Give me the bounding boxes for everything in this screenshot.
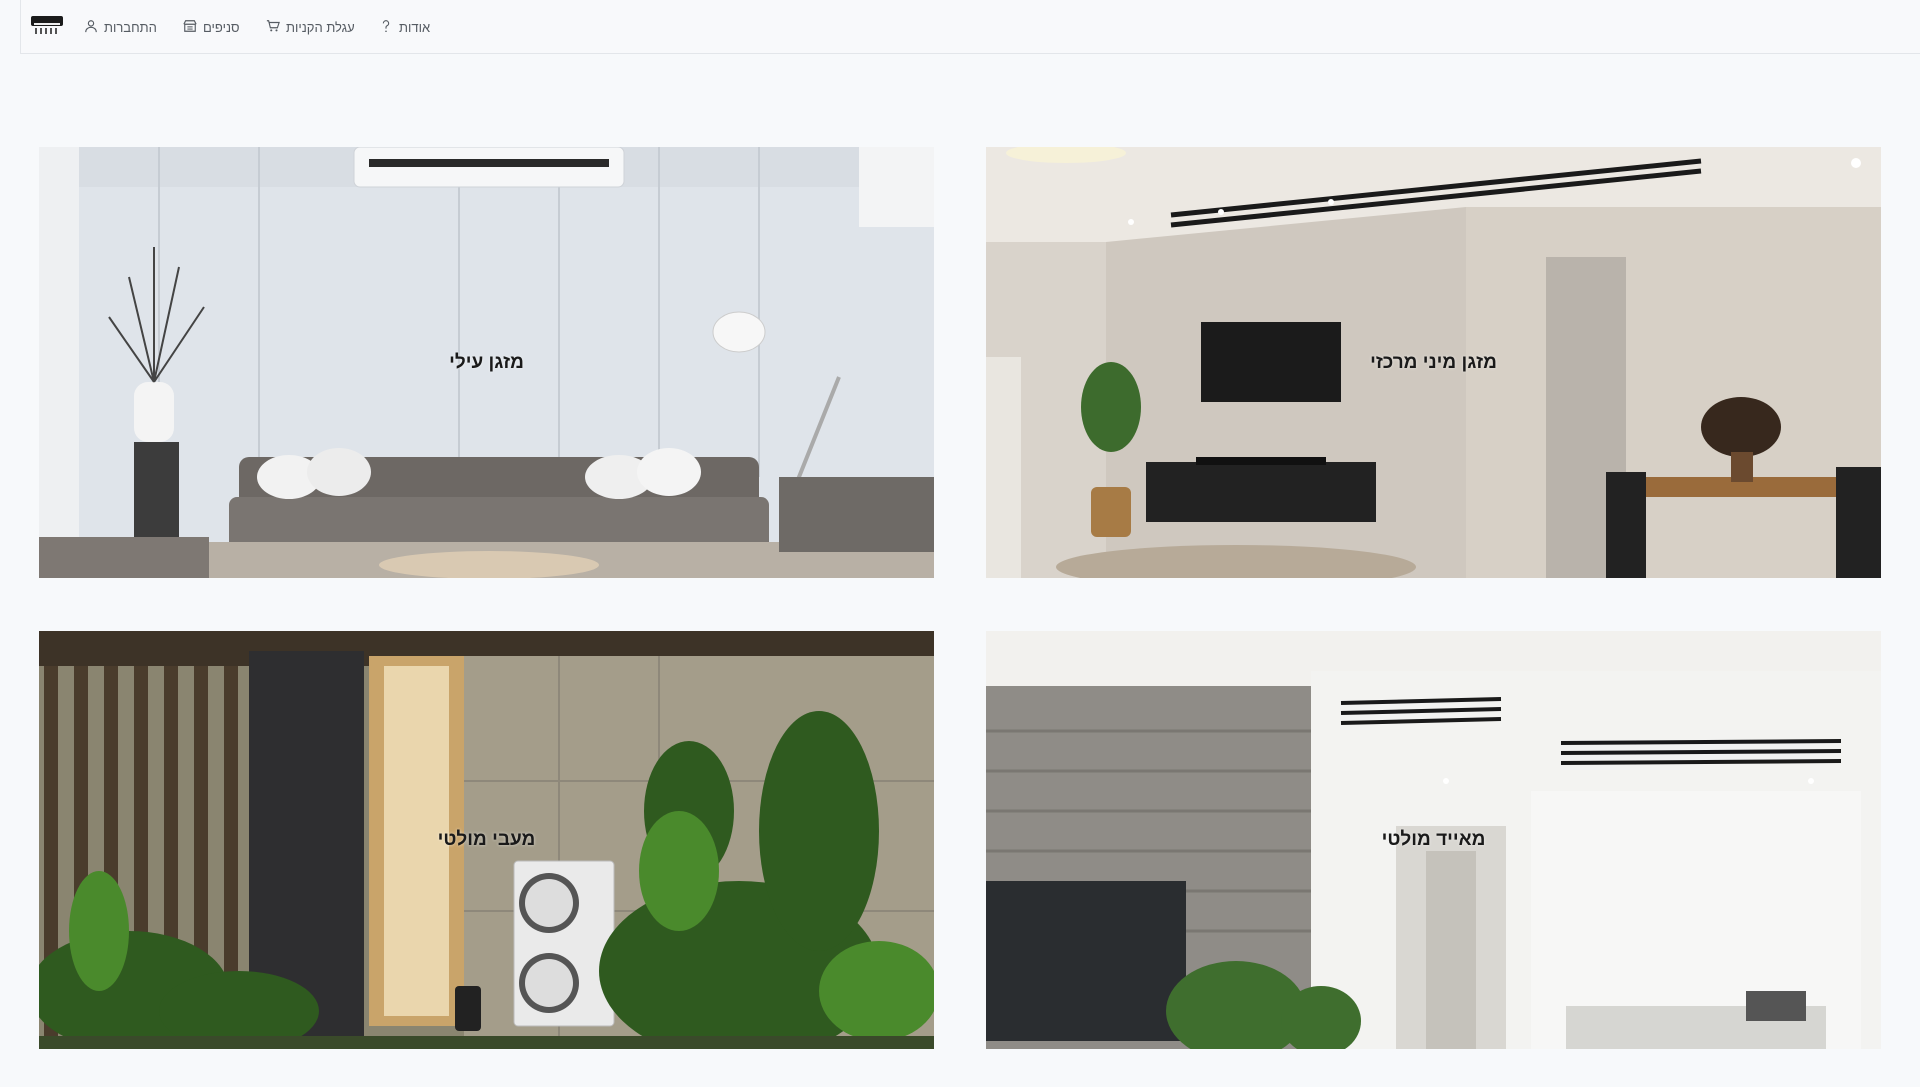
nav-branches-link[interactable]: סניפים bbox=[183, 0, 240, 54]
nav-login-label: התחברות bbox=[104, 19, 157, 35]
question-icon bbox=[379, 19, 393, 36]
category-card-wall-ac[interactable]: מזגן עילי bbox=[39, 147, 934, 578]
nav-branches-label: סניפים bbox=[203, 19, 240, 35]
category-card-multi-evaporator[interactable]: מאייד מולטי bbox=[986, 631, 1881, 1049]
category-label: מזגן עילי bbox=[449, 351, 524, 373]
nav-about-label: אודות bbox=[399, 19, 431, 35]
nav-cart-link[interactable]: עגלת הקניות bbox=[266, 0, 355, 54]
category-card-mini-central-ac[interactable]: מזגן מיני מרכזי bbox=[986, 147, 1881, 578]
nav-about-link[interactable]: אודות bbox=[379, 0, 430, 54]
category-label: מעבי מולטי bbox=[437, 829, 536, 850]
ac-logo-icon[interactable] bbox=[30, 14, 64, 36]
top-navbar: התחברות סניפים עגלת הקניות אודות bbox=[20, 0, 1920, 54]
category-label: מזגן מיני מרכזי bbox=[1370, 351, 1497, 373]
cart-icon bbox=[266, 19, 280, 36]
user-icon bbox=[84, 19, 98, 36]
category-label: מאייד מולטי bbox=[1381, 829, 1486, 850]
nav-cart-label: עגלת הקניות bbox=[286, 19, 355, 35]
store-icon bbox=[183, 19, 197, 36]
category-card-multi-condenser[interactable]: מעבי מולטי bbox=[39, 631, 934, 1049]
nav-login-link[interactable]: התחברות bbox=[84, 0, 157, 54]
